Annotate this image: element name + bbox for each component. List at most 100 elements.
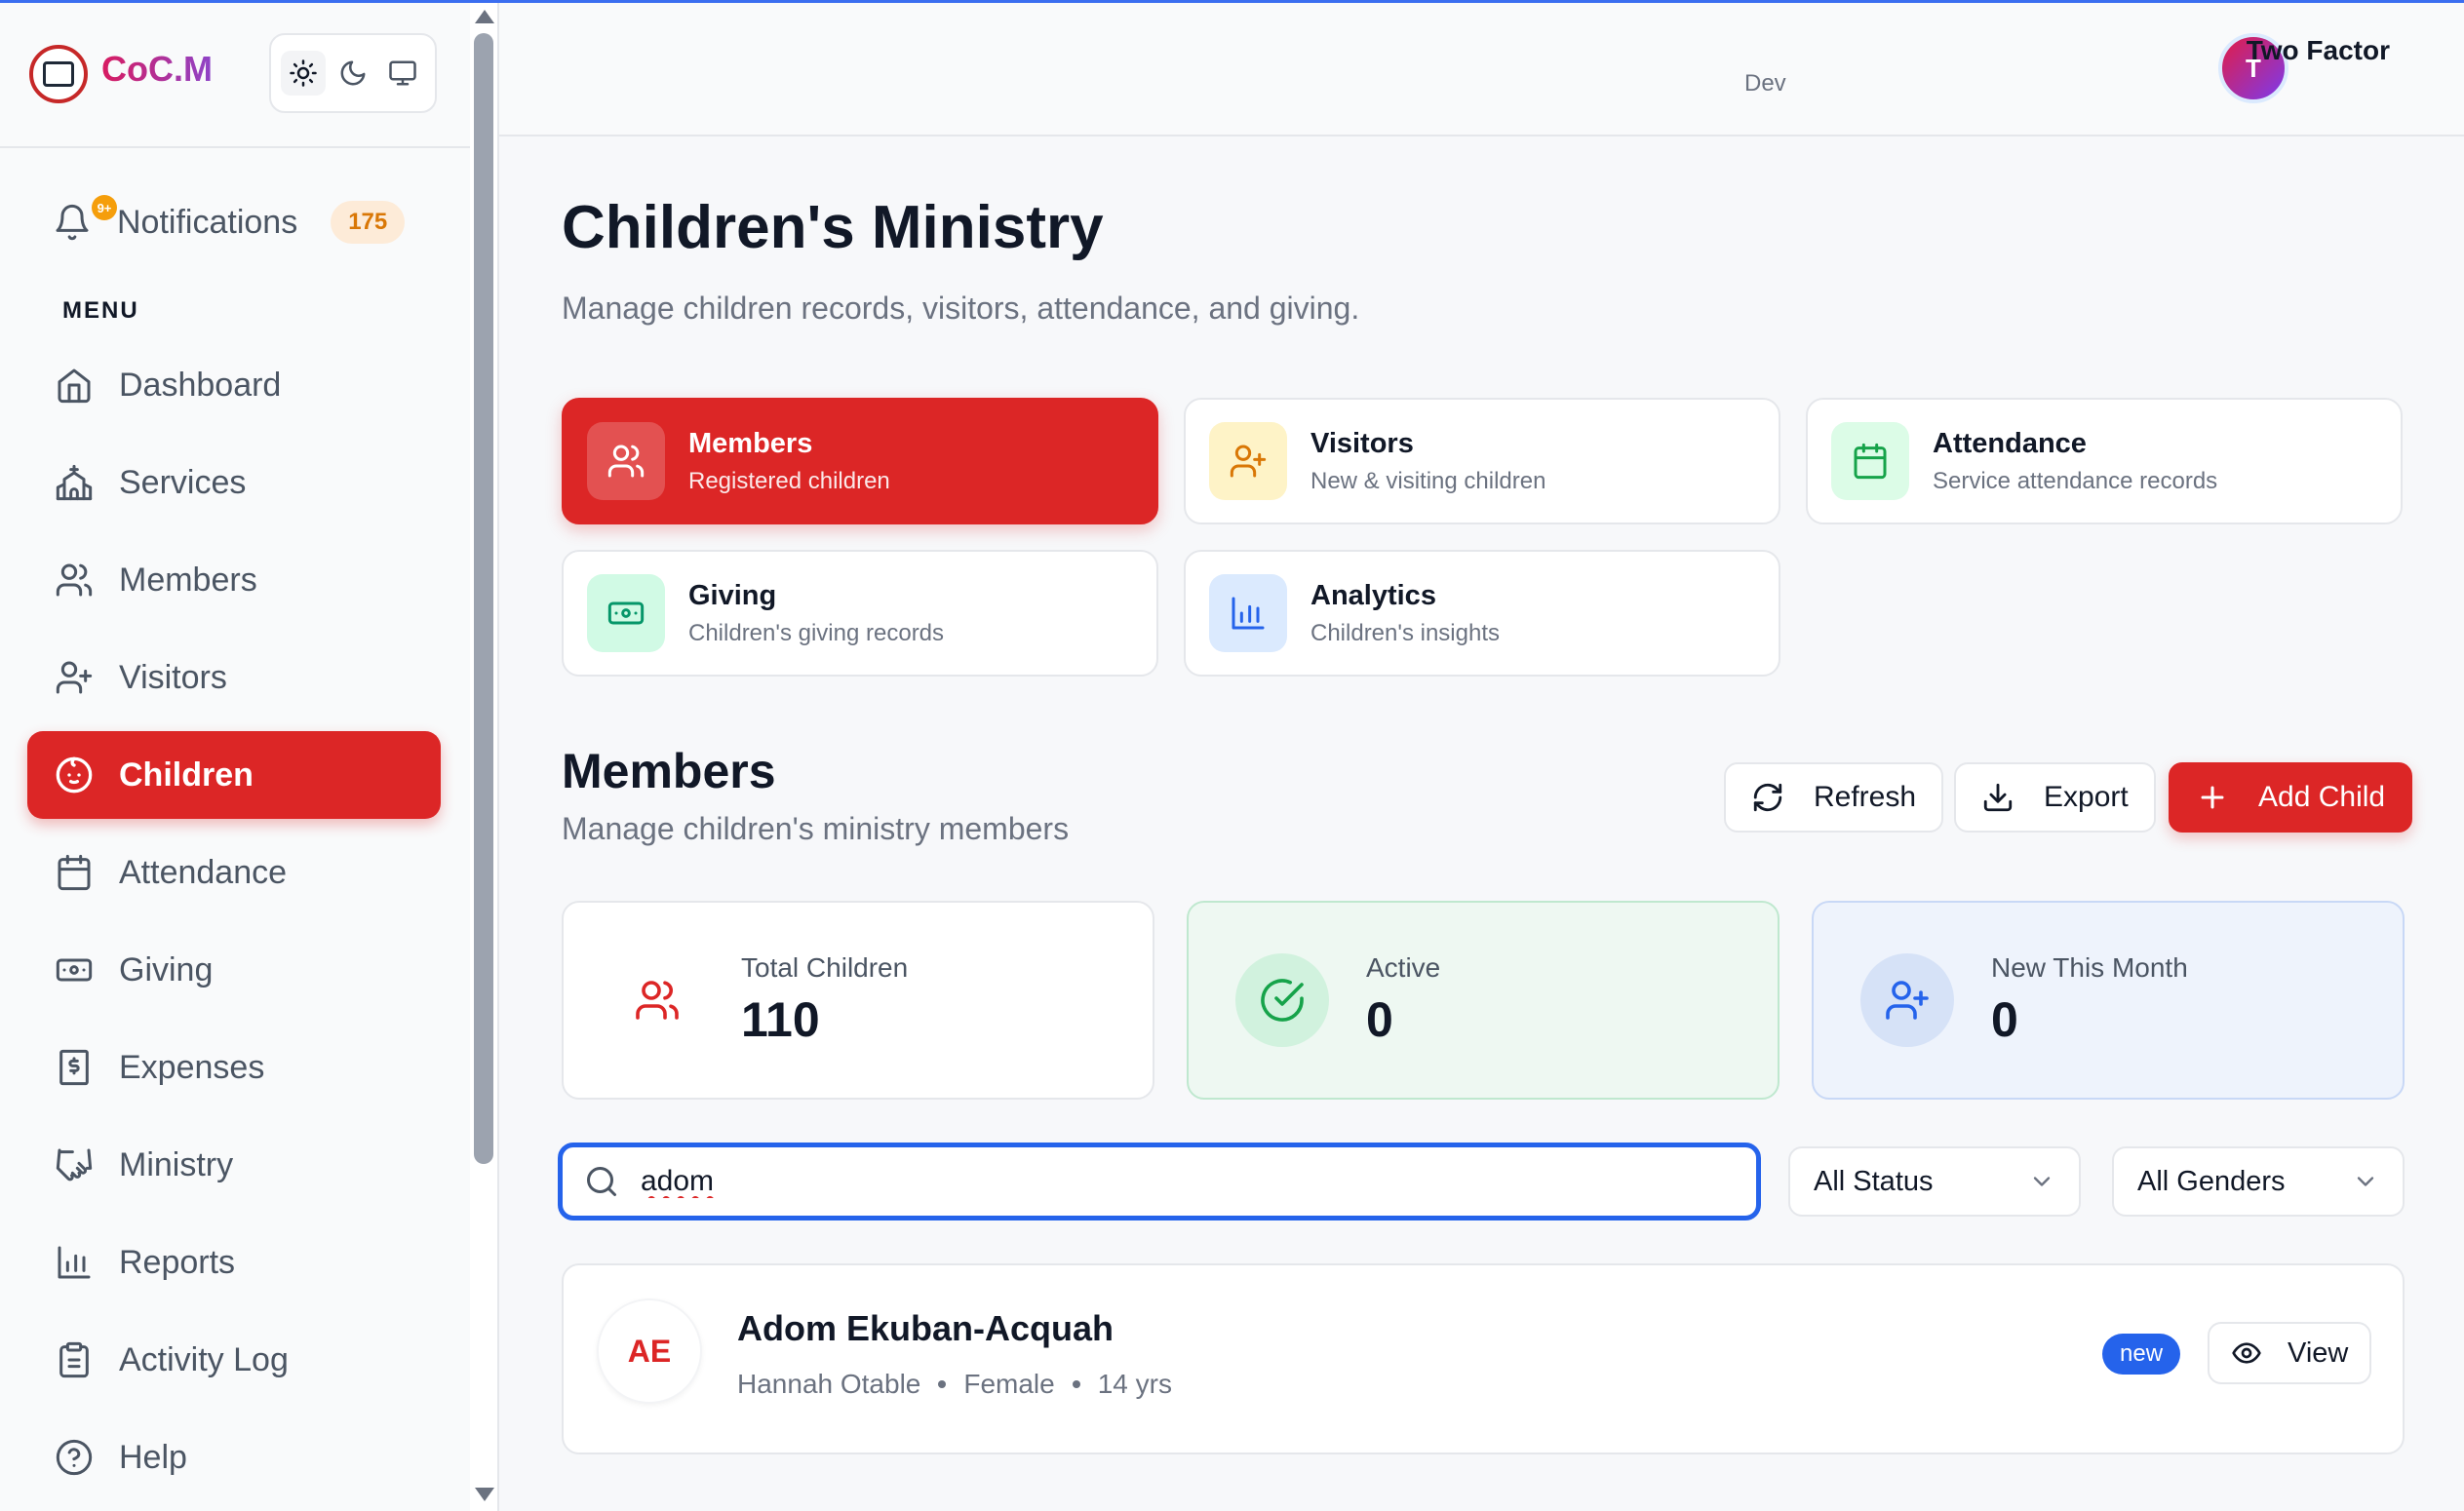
sidebar-item-label: Giving (119, 950, 214, 988)
home-icon (58, 368, 91, 404)
tab-description: Children's giving records (688, 619, 945, 646)
search-box[interactable] (558, 1143, 1761, 1220)
sidebar-item-ministry[interactable]: Ministry (27, 1121, 441, 1209)
system-theme-button[interactable] (380, 51, 425, 96)
scroll-thumb[interactable] (474, 33, 493, 1164)
tab-attendance[interactable]: Attendance Service attendance records (1806, 398, 2403, 524)
status-filter-select[interactable]: All Status (1788, 1146, 2081, 1217)
separator-dot (938, 1380, 947, 1388)
child-meta: Hannah Otable Female 14 yrs (737, 1369, 1172, 1400)
tab-icon-wrap (1831, 422, 1909, 500)
sidebar-item-dashboard[interactable]: Dashboard (27, 341, 441, 429)
sidebar-item-label: Ministry (119, 1145, 234, 1183)
tab-analytics[interactable]: Analytics Children's insights (1184, 550, 1780, 677)
stat-total-children: Total Children 110 (562, 901, 1154, 1100)
sidebar-item-giving[interactable]: Giving (27, 926, 441, 1014)
light-theme-button[interactable] (281, 51, 327, 96)
tab-title: Attendance (1933, 427, 2087, 459)
notifications-label: Notifications (117, 203, 298, 241)
sidebar-item-members[interactable]: Members (27, 536, 441, 624)
moon-icon (340, 60, 366, 86)
bar-chart-icon (58, 1246, 91, 1279)
list-item[interactable]: AE Adom Ekuban-Acquah Hannah Otable Fema… (562, 1263, 2405, 1454)
refresh-label: Refresh (1814, 781, 1917, 813)
church-icon (56, 464, 93, 501)
section-title: Members (562, 744, 776, 798)
gender-filter-select[interactable]: All Genders (2112, 1146, 2405, 1217)
scroll-up-arrow-icon[interactable] (475, 10, 494, 23)
sidebar-item-label: Activity Log (119, 1340, 289, 1378)
stat-label: Active (1366, 952, 1441, 983)
notifications-count-badge: 175 (331, 201, 406, 244)
stat-active: Active 0 (1187, 901, 1780, 1100)
brand-bar: CoC.M (0, 0, 470, 148)
tab-giving[interactable]: Giving Children's giving records (562, 550, 1158, 677)
top-progress-line (0, 0, 2464, 3)
menu-heading: MENU (62, 297, 139, 324)
sidebar-item-help[interactable]: Help (27, 1414, 441, 1501)
chevron-down-icon (2357, 1177, 2374, 1186)
tab-members[interactable]: Members Registered children (562, 398, 1158, 524)
stat-value: 0 (1366, 992, 1393, 1047)
users-icon (636, 981, 679, 1020)
sidebar-item-children[interactable]: Children (27, 731, 441, 819)
sidebar-item-activity-log[interactable]: Activity Log (27, 1316, 441, 1404)
stat-icon-wrap (1860, 953, 1954, 1047)
export-button[interactable]: Export (1954, 762, 2156, 833)
refresh-button[interactable]: Refresh (1724, 762, 1944, 833)
sidebar-item-services[interactable]: Services (27, 439, 441, 526)
section-subtitle: Manage children's ministry members (562, 811, 1070, 846)
sidebar-item-reports[interactable]: Reports (27, 1219, 441, 1306)
stat-label: New This Month (1991, 952, 2188, 983)
view-label: View (2288, 1337, 2349, 1369)
tab-icon-wrap (587, 574, 665, 652)
check-circle-icon (1261, 979, 1304, 1022)
dark-theme-button[interactable] (331, 51, 375, 96)
eye-icon (2232, 1342, 2261, 1364)
bell-icon: 9+ (53, 195, 117, 242)
search-input[interactable] (641, 1165, 1713, 1198)
church-logo[interactable] (29, 45, 88, 103)
monitor-icon (388, 60, 416, 86)
add-child-label: Add Child (2258, 781, 2386, 813)
view-child-button[interactable]: View (2208, 1322, 2372, 1384)
receipt-icon (59, 1049, 89, 1086)
sidebar-nav: Dashboard Services Members Visitors Chil… (27, 341, 441, 1511)
tab-description: Service attendance records (1933, 467, 2218, 494)
page-subtitle: Manage children records, visitors, atten… (562, 291, 1360, 326)
tab-icon-wrap (587, 422, 665, 500)
tab-title: Visitors (1310, 427, 1414, 459)
stat-icon-wrap (610, 953, 704, 1047)
sidebar-item-visitors[interactable]: Visitors (27, 634, 441, 721)
tab-visitors[interactable]: Visitors New & visiting children (1184, 398, 1780, 524)
sidebar-item-label: Children (119, 756, 254, 794)
sidebar-scrollbar[interactable] (470, 0, 499, 1511)
user-plus-icon (1230, 445, 1267, 478)
user-role: Dev (1744, 70, 1786, 97)
tab-description: Children's insights (1310, 619, 1501, 646)
notification-dot: 9+ (92, 195, 117, 220)
brand-name[interactable]: CoC.M (101, 49, 213, 90)
child-guardian: Hannah Otable (737, 1369, 921, 1399)
tab-title: Giving (688, 579, 777, 611)
sidebar-item-expenses[interactable]: Expenses (27, 1024, 441, 1111)
sidebar-item-label: Reports (119, 1243, 236, 1281)
scroll-down-arrow-icon[interactable] (475, 1488, 494, 1501)
sidebar-item-label: Help (119, 1438, 187, 1476)
sidebar: CoC.M 9+ Notifications 175 MENU Dashboar… (0, 0, 470, 1511)
sidebar-item-label: Expenses (119, 1048, 265, 1086)
help-circle-icon (56, 1439, 93, 1476)
page-title: Children's Ministry (562, 194, 1104, 261)
separator-dot (1072, 1380, 1080, 1388)
bar-chart-icon (1232, 597, 1265, 630)
add-child-button[interactable]: Add Child (2169, 762, 2413, 833)
sidebar-item-attendance[interactable]: Attendance (27, 829, 441, 916)
child-name[interactable]: Adom Ekuban-Acquah (737, 1308, 1114, 1349)
child-avatar: AE (597, 1298, 702, 1404)
clipboard-icon (59, 1341, 89, 1378)
user-name[interactable]: Two Factor (2247, 35, 2390, 66)
notifications-link[interactable]: 9+ Notifications 175 (53, 191, 423, 253)
tab-title: Members (688, 427, 813, 459)
user-plus-icon (56, 661, 93, 694)
stat-value: 110 (741, 992, 820, 1047)
